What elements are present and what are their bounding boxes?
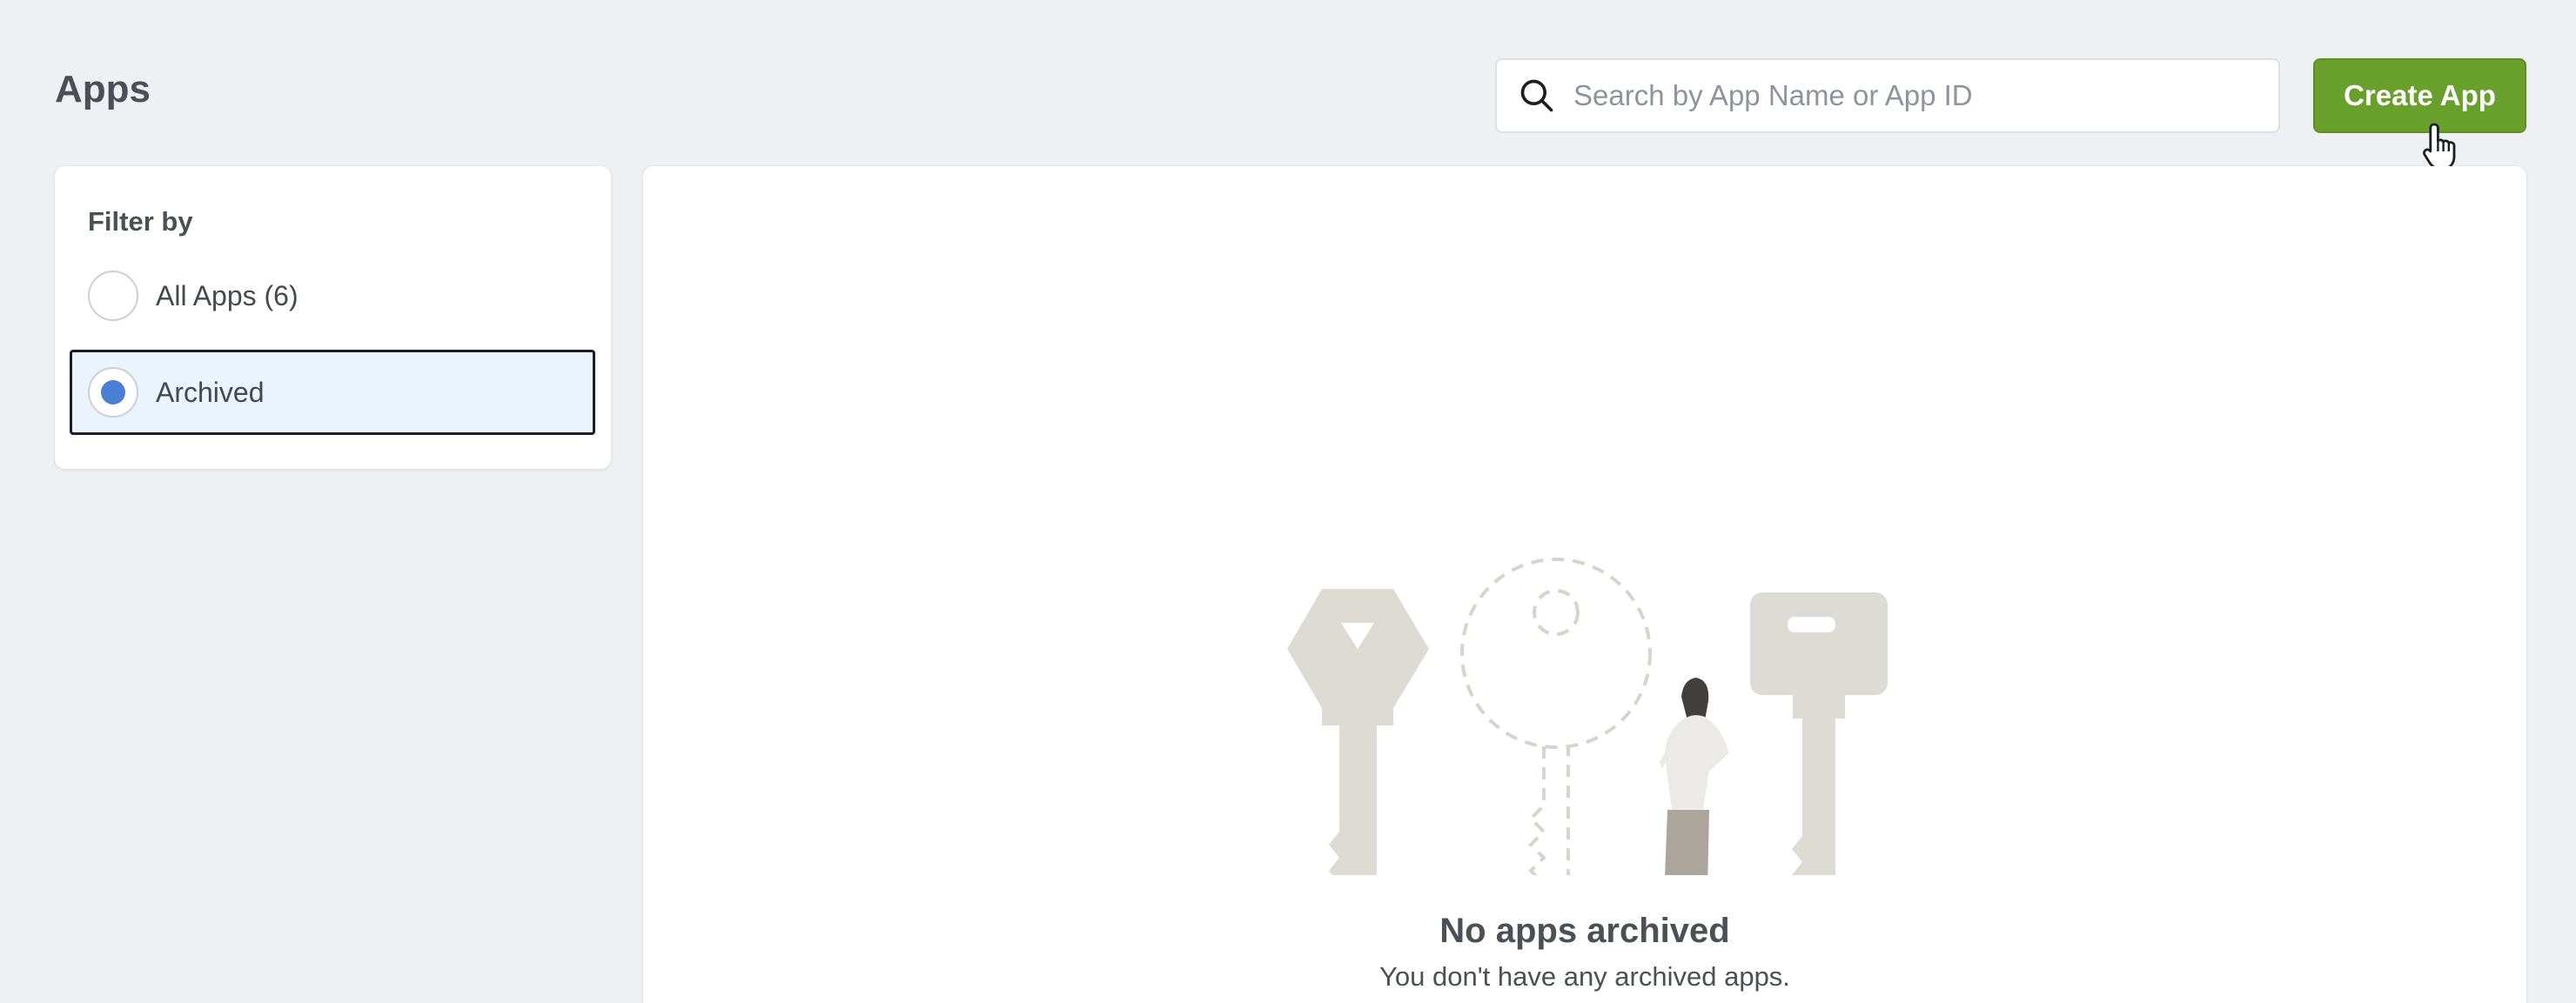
search-icon	[1520, 79, 1553, 112]
create-app-button[interactable]: Create App	[2313, 58, 2526, 133]
keys-person-illustration	[1287, 558, 1888, 875]
empty-state-title: No apps archived	[1439, 912, 1730, 950]
filter-heading: Filter by	[88, 206, 193, 237]
right-key-icon	[1750, 592, 1888, 875]
search-box[interactable]	[1495, 58, 2280, 133]
apps-list-panel: No apps archived You don't have any arch…	[643, 166, 2526, 1003]
empty-state-subtitle: You don't have any archived apps.	[1379, 961, 1790, 992]
person-figure	[1660, 678, 1728, 875]
filter-panel: Filter by All Apps (6) Archived	[55, 166, 611, 469]
apps-page: Apps Create App Filter by All Apps (6) A…	[0, 0, 2576, 1003]
hand-pointer-cursor-icon	[2423, 123, 2456, 171]
radio-unselected[interactable]	[88, 271, 138, 321]
left-key-icon	[1287, 589, 1429, 875]
filter-option-archived[interactable]: Archived	[70, 350, 595, 435]
filter-option-label: All Apps (6)	[156, 279, 299, 311]
radio-selected[interactable]	[88, 367, 138, 418]
filter-option-label: Archived	[156, 376, 265, 408]
filter-option-all-apps[interactable]: All Apps (6)	[70, 253, 595, 338]
search-input[interactable]	[1573, 70, 2252, 122]
radio-dot	[101, 380, 125, 405]
page-title: Apps	[55, 68, 151, 110]
dashed-key-outline-icon	[1460, 558, 1652, 875]
